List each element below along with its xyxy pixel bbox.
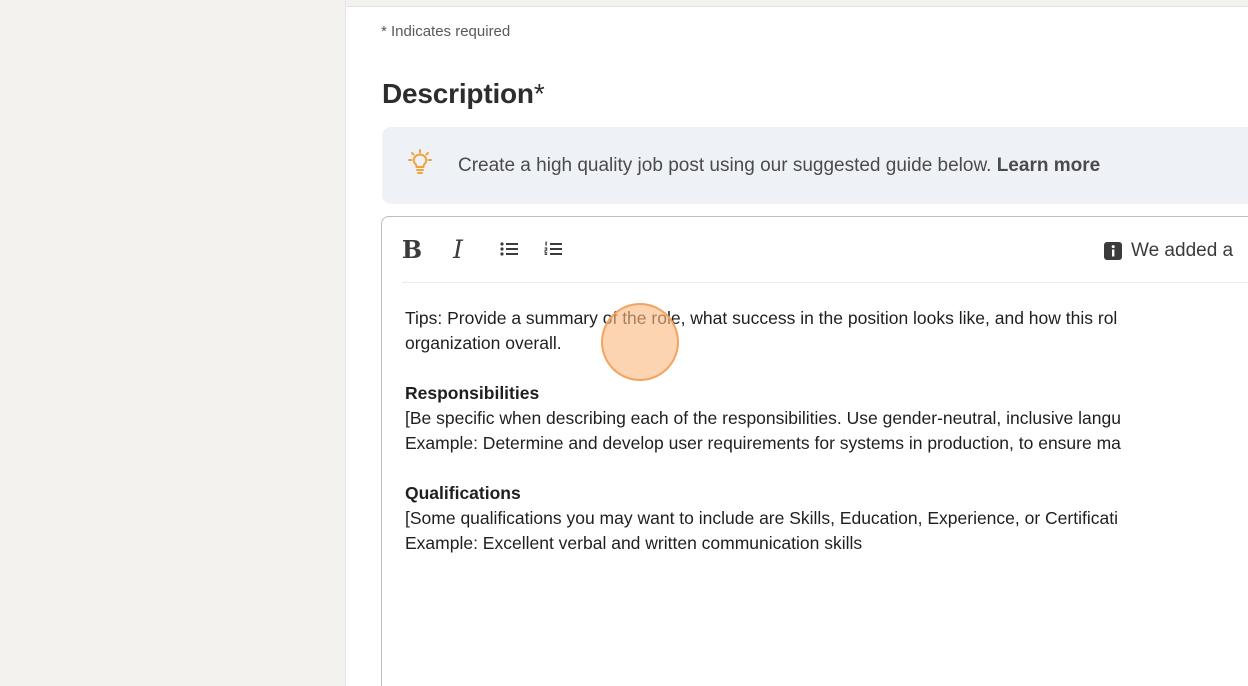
responsibilities-heading: Responsibilities: [405, 383, 540, 403]
required-marker: *: [533, 78, 545, 109]
editor-toolbar: B I We added a: [382, 217, 1248, 283]
bold-button[interactable]: B: [398, 235, 426, 264]
editor-content[interactable]: Tips: Provide a summary of the role, wha…: [405, 306, 1248, 556]
toolbar-divider: [402, 282, 1248, 283]
editor-notice-text: We added a: [1131, 240, 1234, 261]
tip-banner-message: Create a high quality job post using our…: [458, 155, 997, 176]
qualifications-line-1: [Some qualifications you may want to inc…: [405, 508, 1118, 528]
tips-line-1: Tips: Provide a summary of the role, wha…: [405, 308, 1118, 328]
bullet-list-button[interactable]: [495, 235, 523, 263]
bullet-list-icon: [500, 242, 518, 256]
description-editor[interactable]: B I We added a Tips: Provide a summary o…: [381, 216, 1248, 686]
job-post-form: * Indicates required Description* Create…: [345, 0, 1248, 686]
description-title-text: Description: [382, 78, 534, 109]
qualifications-heading: Qualifications: [405, 483, 521, 503]
responsibilities-line-1: [Be specific when describing each of the…: [405, 408, 1121, 428]
tip-banner: Create a high quality job post using our…: [382, 127, 1248, 204]
description-title: Description*: [382, 78, 545, 110]
numbered-list-button[interactable]: [539, 235, 567, 263]
required-note: * Indicates required: [381, 23, 511, 40]
lightbulb-icon: [408, 149, 432, 174]
info-icon: [1104, 242, 1122, 260]
qualifications-line-2: Example: Excellent verbal and written co…: [405, 533, 863, 553]
responsibilities-line-2: Example: Determine and develop user requ…: [405, 433, 1121, 453]
learn-more-link[interactable]: Learn more: [997, 155, 1100, 176]
tip-banner-text: Create a high quality job post using our…: [458, 155, 1100, 177]
italic-button[interactable]: I: [444, 235, 472, 264]
top-divider: [346, 0, 1248, 7]
numbered-list-icon: [544, 241, 562, 255]
left-gutter: [0, 0, 345, 686]
editor-notice: We added a: [1104, 239, 1233, 263]
tips-line-2: organization overall.: [405, 333, 562, 353]
